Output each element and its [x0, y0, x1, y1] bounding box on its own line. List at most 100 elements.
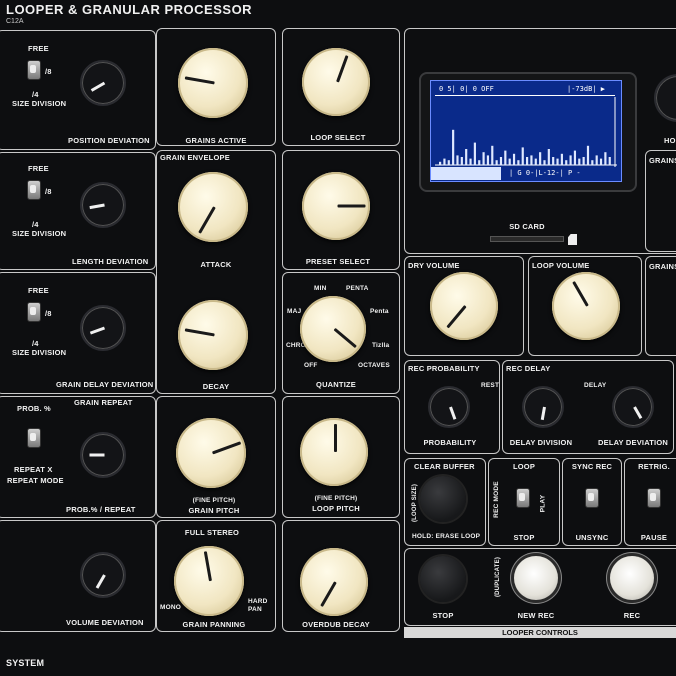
waveform-bar [552, 157, 555, 165]
position-deviation-knob[interactable] [80, 60, 126, 106]
grains-active-knob[interactable] [178, 48, 248, 118]
delay-division-knob[interactable] [522, 386, 564, 428]
prob-repeat-knob[interactable] [80, 432, 126, 478]
new-rec-button[interactable] [514, 556, 558, 600]
quantize-knob[interactable] [300, 296, 366, 362]
grain-pitch-knob[interactable] [176, 418, 246, 488]
sync-rec-title: SYNC REC [571, 462, 613, 471]
waveform-bar [465, 149, 468, 165]
waveform-bar [482, 152, 485, 165]
waveform-bar [499, 157, 503, 165]
volume-deviation-knob[interactable] [80, 552, 126, 598]
quantize-tizlla-label: Tizlla [372, 342, 390, 349]
preset-select-label: PRESET SELECT [305, 257, 371, 266]
rec-mode-label: REC MODE [492, 481, 500, 518]
retrig-title: RETRIG. [638, 462, 670, 471]
loop-select-knob[interactable] [302, 48, 370, 116]
probability-label: PROBABILITY [423, 438, 477, 447]
duplicate-label: (DUPLICATE) [495, 556, 502, 598]
loop-mode-toggle[interactable] [516, 488, 530, 508]
length-free-label: FREE [28, 164, 49, 173]
waveform-bar [460, 157, 463, 165]
loop-size-label: (LOOP SIZE) [412, 483, 419, 523]
overdub-decay-knob[interactable] [300, 548, 368, 616]
loop-select-label: LOOP SELECT [310, 133, 366, 142]
waveform-bar [517, 160, 520, 165]
loop-volume-knob[interactable] [552, 272, 620, 340]
waveform-bar [447, 160, 450, 165]
attack-knob[interactable] [178, 172, 248, 242]
rest-label: REST [481, 382, 500, 389]
length-deviation-knob[interactable] [80, 182, 126, 228]
clear-buffer-title: CLEAR BUFFER [414, 462, 475, 471]
waveform-bar [486, 155, 490, 165]
grain-delay-deviation-knob[interactable] [80, 305, 126, 351]
delay-deviation-knob[interactable] [612, 386, 654, 428]
delay-label: DELAY [584, 382, 607, 389]
delay-size-division-toggle[interactable] [27, 302, 41, 322]
waveform-bar [539, 152, 542, 165]
delay-div4-label: /4 [32, 339, 39, 348]
screen-bottom-text: | G 0-|L-12-| P - [509, 169, 581, 177]
waveform-bar [578, 158, 581, 165]
waveform-bar [608, 157, 611, 165]
loop-pitch-label: LOOP PITCH [312, 504, 360, 513]
volume-deviation-panel [0, 520, 156, 632]
decay-knob[interactable] [178, 300, 248, 370]
waveform-bar [469, 158, 472, 165]
grain-panning-label: GRAIN PANNING [182, 620, 246, 629]
grains-panel-b [645, 256, 676, 356]
waveform-screen: 0 5| 0| 0 OFF |-73dB| ▶ | G 0-|L-12-| P … [430, 80, 622, 182]
grain-delay-deviation-label: GRAIN DELAY DEVIATION [56, 380, 154, 389]
quantize-off-label: OFF [304, 362, 318, 369]
dry-volume-knob[interactable] [430, 272, 498, 340]
delay-free-label: FREE [28, 286, 49, 295]
grain-envelope-title: GRAIN ENVELOPE [160, 153, 230, 162]
waveform-bar [586, 145, 590, 165]
sd-card-slot[interactable] [490, 236, 564, 242]
prob-repeat-label: PROB.% / REPEAT [66, 505, 136, 514]
waveform-bar [534, 158, 537, 165]
stop-button[interactable] [420, 556, 466, 602]
sync-rec-toggle[interactable] [585, 488, 599, 508]
clear-buffer-button[interactable] [420, 476, 466, 522]
waveform-bar [565, 160, 568, 165]
hold-erase-loop-label: HOLD: ERASE LOOP [412, 533, 481, 540]
waveform-bar [556, 158, 559, 165]
waveform-bar [452, 129, 455, 165]
length-size-division-toggle[interactable] [27, 180, 41, 200]
waveform-bar [569, 155, 572, 165]
rec-button[interactable] [610, 556, 654, 600]
position-size-division-toggle[interactable] [27, 60, 41, 80]
waveform-bar [456, 155, 459, 165]
rec-label: REC [623, 611, 641, 620]
grain-panning-knob[interactable] [174, 546, 244, 616]
model-code: C12A [6, 18, 24, 25]
length-panel [0, 152, 156, 270]
waveform-bar [512, 153, 516, 165]
grain-fine-pitch-label: (FINE PITCH) [192, 497, 236, 504]
quantize-octaves-label: OCTAVES [358, 362, 390, 369]
quantize-label: QUANTIZE [316, 380, 356, 389]
repeat-x-label: REPEAT X [14, 465, 53, 474]
waveform-bar [526, 157, 529, 165]
retrig-toggle[interactable] [647, 488, 661, 508]
loop-fine-pitch-label: (FINE PITCH) [314, 495, 358, 502]
screen-top-right: |-73dB| ▶ [567, 85, 605, 93]
loop-stop-label: STOP [513, 533, 535, 542]
preset-select-knob[interactable] [302, 172, 370, 240]
probability-knob[interactable] [428, 386, 470, 428]
loop-pitch-knob[interactable] [300, 418, 368, 486]
waveform-bar [604, 152, 607, 165]
position-size-division-label: SIZE DIVISION [12, 99, 67, 108]
grains-active-label: GRAINS ACTIVE [185, 136, 247, 145]
waveform-bar [595, 155, 598, 165]
play-label: PLAY [539, 494, 547, 513]
waveform-graph [435, 97, 617, 167]
sd-card-label: SD CARD [509, 222, 545, 231]
length-div8-label: /8 [45, 187, 52, 196]
repeat-mode-label: REPEAT MODE [7, 476, 64, 485]
repeat-mode-toggle[interactable] [27, 428, 41, 448]
quantize-min-label: MIN [314, 285, 327, 292]
new-rec-label: NEW REC [517, 611, 555, 620]
